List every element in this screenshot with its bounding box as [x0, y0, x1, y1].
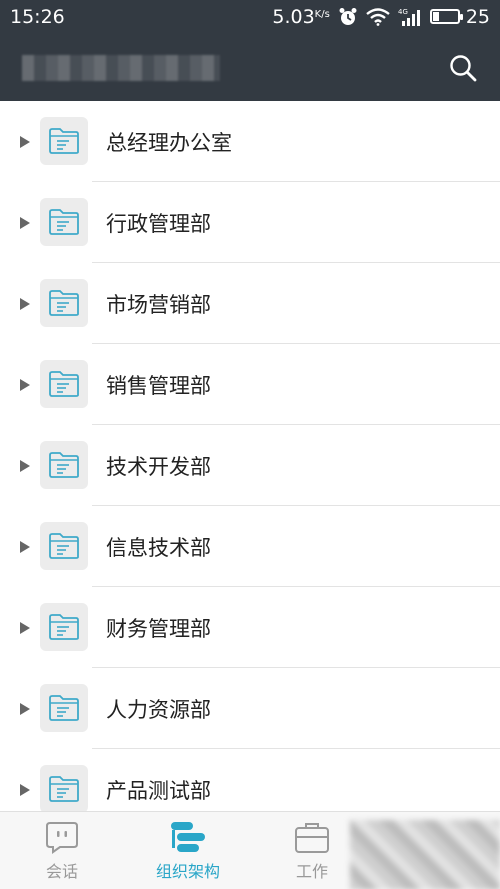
folder-icon	[49, 290, 79, 316]
expand-arrow-icon[interactable]	[20, 784, 30, 796]
tab-work-label: 工作	[295, 862, 328, 881]
folder-tile	[40, 279, 88, 327]
folder-tile	[40, 117, 88, 165]
obscured-tab-area	[350, 820, 500, 889]
battery-fill	[432, 12, 440, 21]
app-header	[0, 33, 500, 101]
folder-icon	[49, 209, 79, 235]
net-speed: 5.03K/s	[272, 6, 329, 28]
department-label: 人力资源部	[106, 698, 211, 722]
department-list: 总经理办公室 行政管理部市场营销部销售管理部技术开发部信息技术部财务管理部人力资源…	[0, 101, 500, 811]
tab-chat[interactable]: 会话	[22, 812, 102, 889]
folder-tile	[40, 684, 88, 732]
department-row[interactable]: 行政管理部	[0, 182, 500, 263]
expand-arrow-icon[interactable]	[20, 217, 30, 229]
department-label: 技术开发部	[106, 455, 211, 479]
department-label: 财务管理部	[106, 617, 211, 641]
status-icons: 5.03K/s 4G 25	[272, 6, 490, 28]
department-row[interactable]: 市场营销部	[0, 263, 500, 344]
folder-icon	[49, 371, 79, 397]
folder-icon	[49, 452, 79, 478]
department-row[interactable]: 技术开发部	[0, 425, 500, 506]
department-row[interactable]: 总经理办公室	[0, 101, 500, 182]
department-label: 市场营销部	[106, 293, 211, 317]
department-row[interactable]: 销售管理部	[0, 344, 500, 425]
department-label: 总经理办公室	[106, 131, 232, 155]
signal-4g-icon: 4G	[398, 7, 422, 27]
battery-icon	[429, 9, 463, 24]
page-title	[22, 55, 220, 81]
bottom-nav: 会话 组织架构 工作	[0, 811, 500, 889]
tab-work[interactable]: 工作	[280, 812, 344, 889]
folder-icon	[49, 128, 79, 154]
expand-arrow-icon[interactable]	[20, 703, 30, 715]
department-label: 行政管理部	[106, 212, 211, 236]
expand-arrow-icon[interactable]	[20, 460, 30, 472]
alarm-icon	[338, 7, 358, 27]
search-icon	[450, 55, 477, 82]
department-label: 产品测试部	[106, 779, 211, 803]
folder-icon	[49, 533, 79, 559]
org-structure-icon	[171, 822, 205, 852]
folder-icon	[49, 776, 79, 802]
folder-tile	[40, 198, 88, 246]
expand-arrow-icon[interactable]	[20, 622, 30, 634]
search-button[interactable]	[448, 53, 478, 83]
department-label: 信息技术部	[106, 536, 211, 560]
expand-arrow-icon[interactable]	[20, 541, 30, 553]
expand-arrow-icon[interactable]	[20, 136, 30, 148]
status-bar: 15:26 5.03K/s 4G 25	[0, 0, 500, 33]
battery-indicator: 25	[429, 5, 490, 28]
folder-tile	[40, 603, 88, 651]
expand-arrow-icon[interactable]	[20, 298, 30, 310]
briefcase-icon	[295, 823, 329, 853]
wifi-icon	[366, 7, 390, 26]
tab-chat-label: 会话	[45, 862, 78, 881]
folder-tile	[40, 441, 88, 489]
battery-level: 25	[465, 5, 490, 28]
folder-tile	[40, 522, 88, 570]
department-label: 销售管理部	[106, 374, 211, 398]
folder-tile	[40, 360, 88, 408]
department-row[interactable]: 人力资源部	[0, 668, 500, 749]
expand-arrow-icon[interactable]	[20, 379, 30, 391]
status-time: 15:26	[10, 5, 65, 28]
department-row[interactable]: 产品测试部	[0, 749, 500, 811]
department-row[interactable]: 财务管理部	[0, 587, 500, 668]
folder-tile	[40, 765, 88, 811]
net-speed-unit: K/s	[314, 8, 330, 20]
tab-org-structure-label: 组织架构	[155, 862, 220, 881]
tab-org-structure[interactable]: 组织架构	[145, 812, 231, 889]
svg-text:4G: 4G	[398, 8, 408, 16]
folder-icon	[49, 614, 79, 640]
chat-bubble-icon	[46, 822, 78, 854]
folder-icon	[49, 695, 79, 721]
department-row[interactable]: 信息技术部	[0, 506, 500, 587]
net-speed-value: 5.03	[272, 5, 315, 28]
